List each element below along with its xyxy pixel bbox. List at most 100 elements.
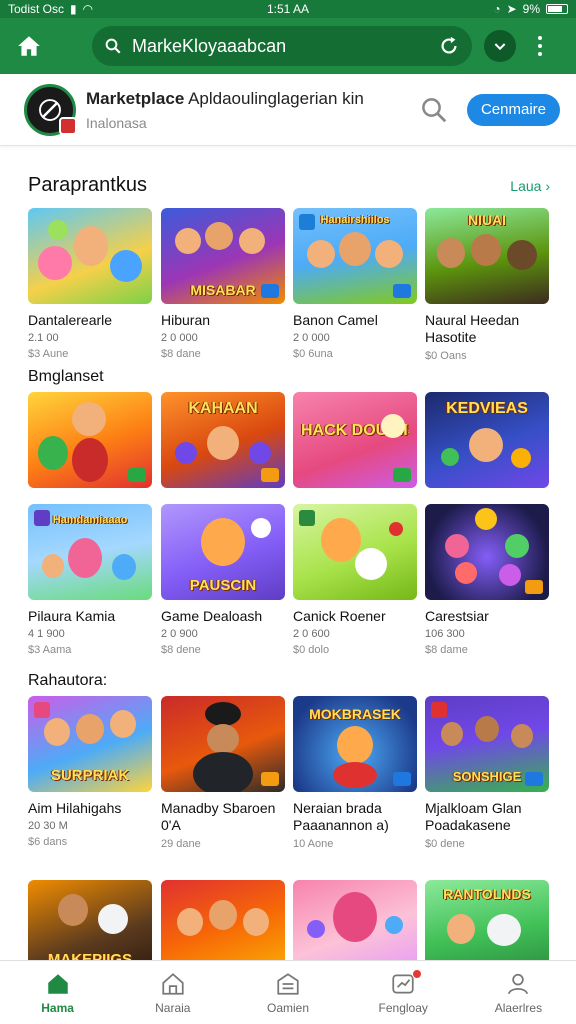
address-bar[interactable]: MarkeKloyaaabcan — [92, 26, 472, 66]
game-price: $8 dene — [161, 644, 201, 656]
game-card[interactable]: Hanairshiilos Banon Camel 2 0 000 $0 6un… — [293, 208, 417, 360]
game-stats: 106 300 — [425, 628, 465, 640]
game-title: Neraian brada Paaanannon a) — [293, 800, 389, 833]
game-thumbnail: MOKBRASEK — [293, 696, 417, 792]
game-card[interactable]: SURPRIAK Aim Hilahigahs 20 30 M $6 dans — [28, 696, 152, 848]
game-stats: 2.1 00 — [28, 332, 59, 344]
game-thumbnail — [293, 504, 417, 600]
game-title: Hiburan — [161, 312, 211, 328]
header-title: Marketplace Apldaoulinglagerian kin — [86, 88, 364, 108]
game-thumbnail: KEDVIEAS — [425, 392, 549, 488]
game-thumbnail: NIUAI — [425, 208, 549, 304]
game-title: Manadby Sbaroen 0'A — [161, 800, 276, 833]
game-title: Pilaura Kamia — [28, 608, 116, 624]
game-card[interactable]: Dantalerearle 2.1 00 $3 Aune — [28, 208, 152, 360]
game-thumbnail: MAKEPIIGS — [28, 880, 152, 960]
game-card[interactable]: Manadby Sbaroen 0'A 29 dane — [161, 696, 285, 850]
section-title: Bmglanset — [28, 368, 104, 385]
home-icon — [18, 36, 40, 56]
game-stats: 2 0 900 — [161, 628, 198, 640]
game-thumbnail — [161, 696, 285, 792]
nav-library[interactable]: Oamien — [230, 961, 345, 1024]
section-title: Paraprantkus — [28, 174, 147, 196]
game-price: $0 dolo — [293, 644, 330, 656]
compare-button[interactable]: Cenmaire — [466, 93, 560, 126]
browser-bar: MarkeKloyaaabcan — [0, 18, 576, 74]
game-stats: 20 30 M — [28, 820, 68, 832]
home-button[interactable] — [12, 29, 46, 63]
section-header: Bmglanset — [28, 368, 550, 386]
game-price: $3 Aama — [28, 644, 72, 656]
game-thumbnail — [28, 208, 152, 304]
game-card[interactable] — [161, 880, 285, 960]
search-icon — [105, 38, 121, 54]
game-price: $0 dene — [425, 838, 465, 850]
app-header: Marketplace Apldaoulinglagerian kin Inal… — [0, 74, 576, 146]
game-price: $8 dame — [425, 644, 468, 656]
game-card[interactable]: HACK DOUAIIS — [293, 392, 417, 488]
game-price: $6 dans — [28, 836, 68, 848]
url-text: MarkeKloyaaabcan — [132, 35, 287, 56]
signal-icon: ▮ — [70, 2, 77, 16]
status-bar: Todist Osc ▮ ◠ 1:51 AA ◔ ➤ 9% — [0, 0, 576, 18]
game-card[interactable]: KEDVIEAS — [425, 392, 549, 488]
game-stats: 4 1 900 — [28, 628, 65, 640]
game-price: $8 dane — [161, 348, 201, 360]
game-card[interactable]: MOKBRASEK Neraian brada Paaanannon a) 10… — [293, 696, 417, 850]
game-card[interactable]: Hamdamiaaao Pilaura Kamia 4 1 900 $3 Aam… — [28, 504, 152, 656]
user-icon — [508, 973, 529, 994]
main-content: Paraprantkus Laua › Bmglanset Rahautora:… — [0, 146, 576, 960]
nav-label: Hama — [41, 1000, 74, 1015]
game-thumbnail: MISABAR — [161, 208, 285, 304]
section-header: Paraprantkus Laua › — [28, 174, 550, 197]
game-card[interactable]: MISABAR Hiburan 2 0 000 $8 dane — [161, 208, 285, 360]
game-card[interactable]: PAUSCIN Game Dealoash 2 0 900 $8 dene — [161, 504, 285, 656]
house-outline-icon — [162, 972, 184, 995]
more-menu-icon[interactable] — [538, 36, 542, 56]
game-title: Mjalkloam Glan Poadakasene — [425, 800, 522, 833]
game-price: 10 Aone — [293, 838, 334, 850]
game-thumbnail: Hanairshiilos — [293, 208, 417, 304]
game-title: Aim Hilahigahs — [28, 800, 122, 816]
nav-label: Fengloay — [378, 1000, 428, 1015]
app-logo — [24, 83, 77, 136]
nav-activity[interactable]: Fengloay — [346, 961, 461, 1024]
battery-icon — [546, 4, 568, 14]
nav-store[interactable]: Naraia — [115, 961, 230, 1024]
location-icon: ➤ — [506, 2, 517, 16]
nav-home[interactable]: Hama — [0, 961, 115, 1024]
game-card[interactable]: SONSHIGE Mjalkloam Glan Poadakasene $0 d… — [425, 696, 549, 850]
game-card[interactable]: Carestsiar 106 300 $8 dame — [425, 504, 549, 656]
notification-dot — [411, 969, 422, 979]
nav-label: Oamien — [266, 1000, 310, 1015]
download-button[interactable] — [484, 30, 516, 62]
game-card[interactable]: NIUAI Naural Heedan Hasotite $0 Oans — [425, 208, 549, 362]
game-card[interactable]: RANTOLNDS — [425, 880, 549, 960]
battery-percent: 9% — [522, 2, 540, 16]
see-all-link[interactable]: Laua › — [510, 178, 550, 194]
nav-profile[interactable]: Alaerlres — [461, 961, 576, 1024]
game-price: $0 6una — [293, 348, 333, 360]
logo-badge — [59, 116, 77, 135]
alarm-icon: ◔ — [493, 2, 501, 16]
game-price: $0 Oans — [425, 350, 467, 362]
game-card[interactable]: MAKEPIIGS — [28, 880, 152, 960]
game-thumbnail: RANTOLNDS — [425, 880, 549, 960]
reload-icon[interactable] — [438, 35, 460, 57]
game-thumbnail: SURPRIAK — [28, 696, 152, 792]
nav-label: Naraia — [155, 1000, 191, 1015]
game-title: Naural Heedan Hasotite — [425, 312, 520, 345]
game-card[interactable]: Canick Roener 2 0 600 $0 dolo — [293, 504, 417, 656]
game-card[interactable] — [28, 392, 152, 488]
search-icon[interactable] — [419, 95, 449, 125]
game-title: Banon Camel — [293, 312, 378, 328]
game-thumbnail: KAHAAN — [161, 392, 285, 488]
game-card[interactable]: KAHAAN — [161, 392, 285, 488]
wifi-icon: ◠ — [82, 2, 94, 16]
game-card[interactable] — [293, 880, 417, 960]
game-title: Dantalerearle — [28, 312, 113, 328]
game-thumbnail — [161, 880, 285, 960]
bottom-nav: Hama Naraia Oamien Fengloay Alaerlres — [0, 960, 576, 1024]
game-stats: 2 0 000 — [161, 332, 198, 344]
game-thumbnail: SONSHIGE — [425, 696, 549, 792]
